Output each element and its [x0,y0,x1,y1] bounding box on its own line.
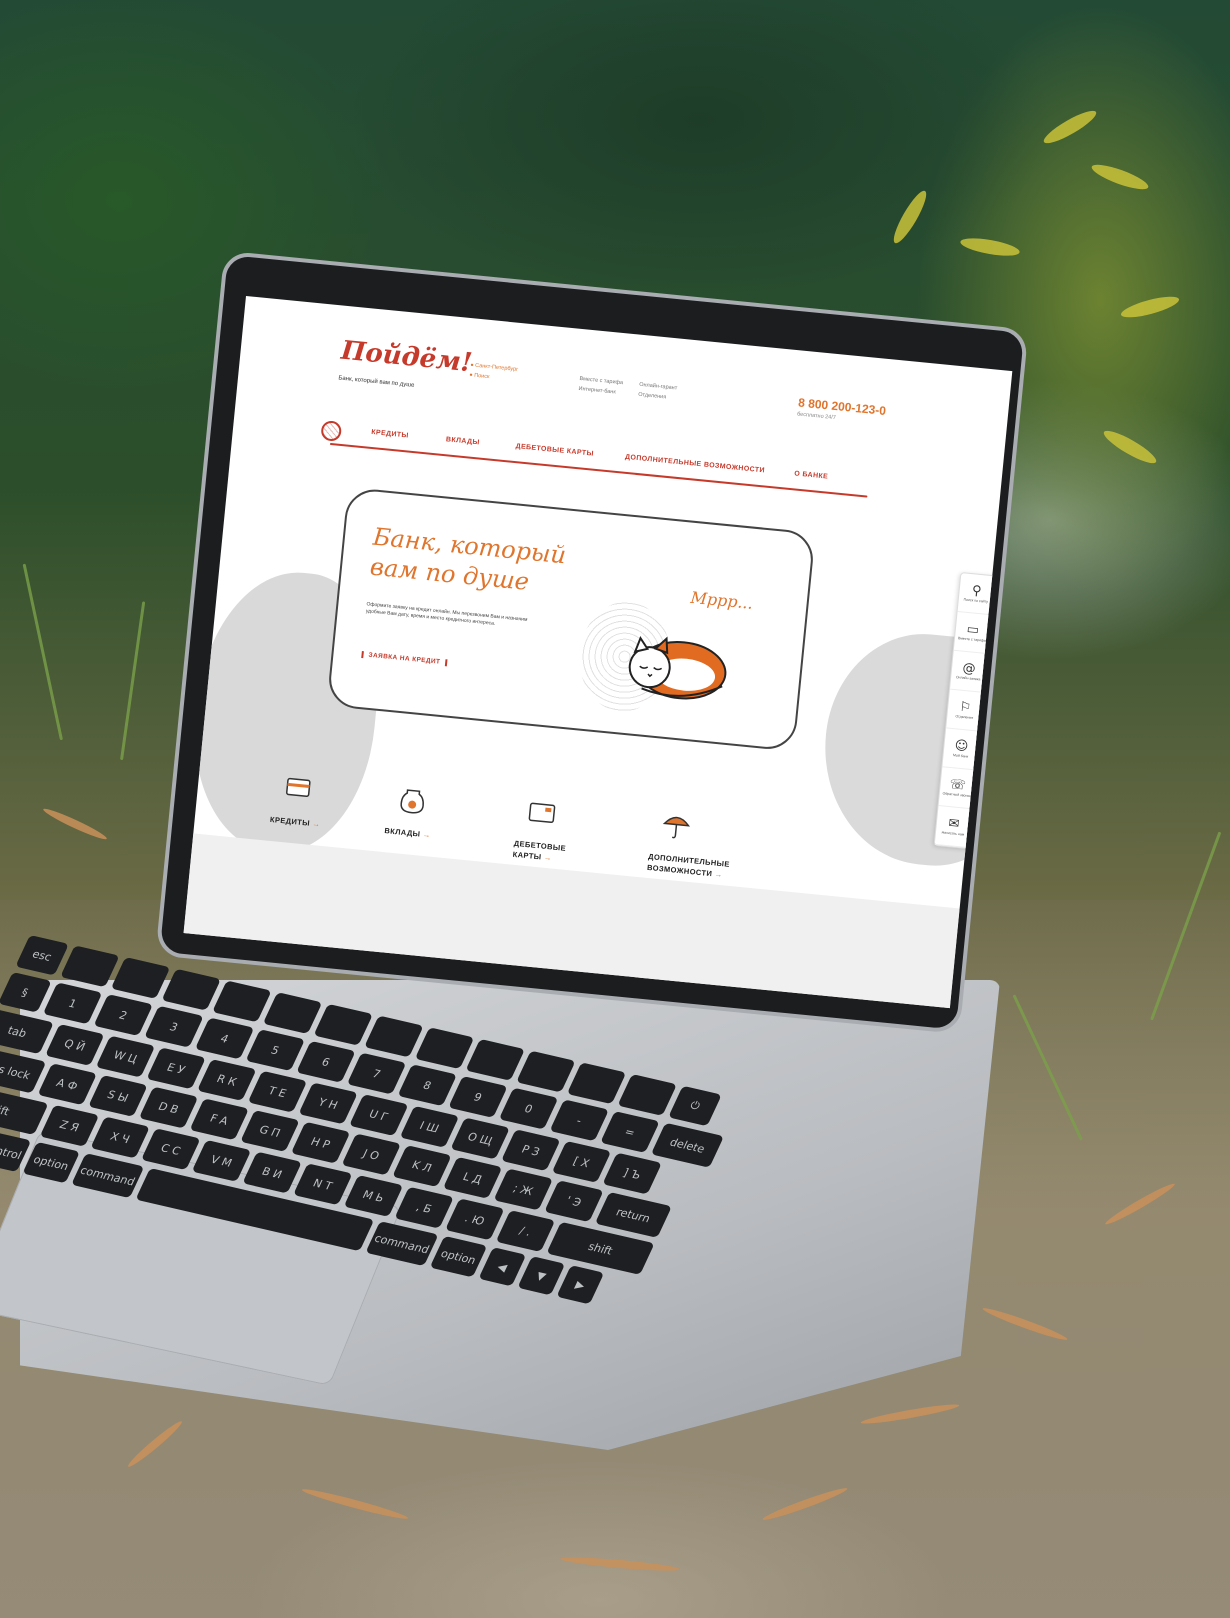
sidebar-item-label: Написать нам [941,830,965,837]
wallet-icon: ▭ [966,621,980,639]
arrow-icon: → [311,819,321,829]
feature-deposits[interactable]: ВКЛАДЫ → [384,782,435,840]
nav-item-credits[interactable]: КРЕДИТЫ [371,429,409,440]
bank-logo[interactable]: Пойдём! [340,336,474,379]
feature-label: ДЕБЕТОВЫЕ КАРТЫ [512,838,567,862]
phone-subtitle: бесплатно 24/7 [796,411,837,422]
main-nav: КРЕДИТЫ ВКЛАДЫ ДЕБЕТОВЫЕ КАРТЫ ДОПОЛНИТЕ… [320,412,881,500]
at-icon: @ [961,660,977,677]
sleeping-cat-illustration [628,635,727,700]
sidebar-item-label: Отделения [955,714,974,720]
search-label: Поиск [473,372,490,381]
hero-title: Банк, который вам по душе [368,522,568,596]
nav-item-about[interactable]: О БАНКЕ [794,470,829,480]
sidebar-item-label: Вместе с тарифа [957,636,986,643]
hero-card: Банк, который вам по душе Оформите заявк… [326,486,816,752]
sidebar-item-label: Обратный звонок [942,791,972,799]
pin-icon: ⚐ [958,699,972,716]
yarn-ball-icon [320,420,343,442]
jar-icon [400,789,424,814]
arrow-icon: → [543,852,553,863]
nav-item-deposits[interactable]: ВКЛАДЫ [446,436,480,446]
hero-text: Оформите заявку на кредит онлайн. Мы пер… [365,601,528,627]
sidebar-item-label: Онлайн-заявка [955,675,981,682]
arrow-icon: → [422,829,432,840]
cat-caption: Мррр... [689,587,754,613]
feature-debit-cards[interactable]: ДЕБЕТОВЫЕ КАРТЫ → [512,795,578,866]
arrow-icon: → [714,869,724,880]
feature-label: ВКЛАДЫ [384,826,421,839]
mail-icon: ✉ [947,816,961,833]
search-icon: ⚲ [971,583,983,600]
logo-tagline: Банк, который вам по душе [338,375,415,389]
sidebar-item-label: Поиск по сайту [963,597,989,604]
nav-item-extra[interactable]: ДОПОЛНИТЕЛЬНЫЕ ВОЗМОЖНОСТИ [625,454,765,475]
credit-application-button[interactable]: ЗАЯВКА НА КРЕДИТ [361,651,448,667]
sidebar-item-label: Мой банк [952,753,969,759]
nav-underline [329,442,868,498]
user-icon: ☺ [953,738,969,755]
nav-item-debit-cards[interactable]: ДЕБЕТОВЫЕ КАРТЫ [515,443,594,458]
screen-website: Пойдём! Банк, который вам по душе ● Санк… [183,296,1013,1009]
feature-credits[interactable]: КРЕДИТЫ → [270,771,325,830]
feature-extra[interactable]: ДОПОЛНИТЕЛЬНЫЕ ВОЗМОЖНОСТИ → [647,808,763,883]
search-link[interactable]: ● Поиск [469,370,490,382]
credit-card-flag-icon [286,777,311,798]
laptop: esc ⏻ § 1 2 3 4 5 6 7 8 9 0- = delete tab Q ЙW ЦE УR К… [0,0,1230,1618]
header-link[interactable]: Отделения [638,390,667,403]
umbrella-icon [662,816,690,839]
envelope-card-icon [528,802,556,824]
phone-icon: ☏ [948,777,967,794]
